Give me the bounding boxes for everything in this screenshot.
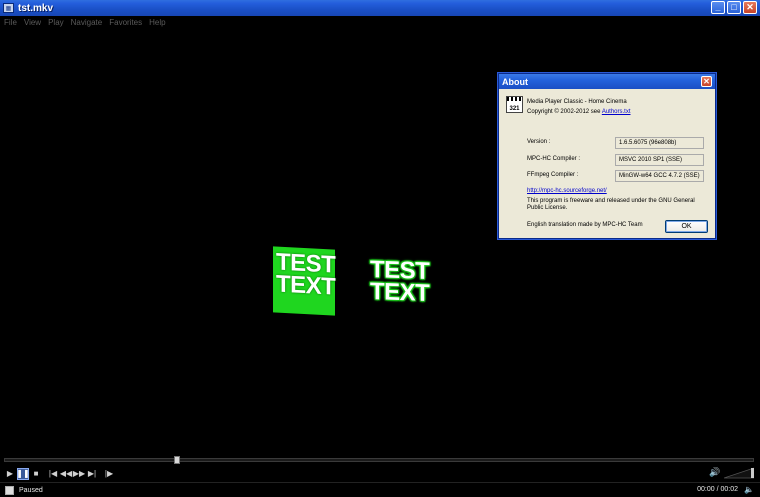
authors-link[interactable]: Authors.txt — [602, 109, 631, 115]
subtitle-outline-text: TEST TEXT — [370, 256, 430, 308]
rewind-icon[interactable]: ◀◀ — [60, 468, 72, 480]
status-time: 00:00 / 00:02 — [697, 486, 738, 493]
mpc-logo-icon: 321 — [506, 96, 523, 113]
about-dialog-titlebar: About — [499, 74, 715, 89]
stop-icon[interactable]: ■ — [30, 468, 42, 480]
app-icon: ▦ — [3, 3, 14, 13]
copyright-line: Copyright © 2002-2012 see Authors.txt — [527, 107, 631, 117]
status-icon — [5, 485, 14, 495]
seek-bar[interactable] — [0, 455, 760, 465]
menu-file[interactable]: File — [4, 18, 17, 27]
ffmpeg-field[interactable]: MinGW-w64 GCC 4.7.2 (SSE) — [615, 170, 704, 182]
menu-bar: File View Play Navigate Favorites Help — [0, 16, 760, 28]
about-dialog: About ✕ 321 Media Player Classic - Home … — [498, 73, 716, 239]
skip-forward-icon[interactable]: ▶| — [86, 468, 98, 480]
menu-play[interactable]: Play — [48, 18, 64, 27]
skip-back-icon[interactable]: |◀ — [47, 468, 59, 480]
menu-favorites[interactable]: Favorites — [109, 18, 142, 27]
menu-view[interactable]: View — [24, 18, 41, 27]
license-text: This program is freeware and released un… — [527, 198, 695, 211]
about-close-button[interactable]: ✕ — [701, 76, 712, 87]
website-line: http://mpc-hc.sourceforge.net/ — [527, 188, 707, 195]
title-bar: ▦ tst.mkv _ □ ✕ — [0, 0, 760, 16]
product-name: Media Player Classic - Home Cinema — [527, 99, 627, 105]
window-title: tst.mkv — [18, 2, 54, 14]
status-state: Paused — [19, 486, 43, 494]
compiler-label: MPC-HC Compiler : — [527, 156, 581, 162]
about-dialog-title: About — [502, 76, 528, 87]
fast-forward-icon[interactable]: ▶▶ — [73, 468, 85, 480]
ok-button[interactable]: OK — [665, 220, 708, 233]
menu-help[interactable]: Help — [149, 18, 165, 27]
minimize-button[interactable]: _ — [711, 1, 725, 14]
copyright-text: Copyright © 2002-2012 see — [527, 109, 602, 115]
about-header: Media Player Classic - Home Cinema Copyr… — [527, 97, 631, 117]
close-button[interactable]: ✕ — [743, 1, 757, 14]
play-icon[interactable]: ▶ — [4, 468, 16, 480]
ffmpeg-row: FFmpeg Compiler : MinGW-w64 GCC 4.7.2 (S… — [527, 170, 707, 182]
website-link[interactable]: http://mpc-hc.sourceforge.net/ — [527, 188, 607, 194]
subtitle-line: TEXT — [370, 277, 430, 308]
playback-controls: ▶ ❚❚ ■ |◀ ◀◀ ▶▶ ▶| |▶ 🔊 — [0, 465, 760, 482]
volume-slider[interactable] — [724, 467, 754, 479]
about-dialog-body: 321 Media Player Classic - Home Cinema C… — [499, 89, 715, 228]
seek-thumb[interactable] — [173, 456, 180, 464]
status-speaker-icon[interactable]: 🔈 — [744, 485, 754, 494]
compiler-row: MPC-HC Compiler : MSVC 2010 SP1 (SSE) — [527, 154, 707, 166]
frame-step-icon[interactable]: |▶ — [103, 468, 115, 480]
compiler-field[interactable]: MSVC 2010 SP1 (SSE) — [615, 154, 704, 166]
subtitle-line: TEXT — [276, 270, 336, 301]
version-field[interactable]: 1.6.5.6075 (96e808b) — [615, 137, 704, 149]
status-bar: Paused 00:00 / 00:02 🔈 — [0, 482, 760, 497]
version-label: Version : — [527, 139, 551, 145]
seek-track[interactable] — [4, 458, 754, 462]
ffmpeg-label: FFmpeg Compiler : — [527, 172, 579, 178]
subtitle-green-box: TEST TEXT — [273, 246, 336, 316]
window-controls: _ □ ✕ — [711, 1, 757, 14]
speaker-icon[interactable]: 🔊 — [709, 467, 720, 478]
version-row: Version : 1.6.5.6075 (96e808b) — [527, 137, 707, 149]
pause-icon[interactable]: ❚❚ — [16, 467, 30, 480]
maximize-button[interactable]: □ — [727, 1, 741, 14]
menu-navigate[interactable]: Navigate — [71, 18, 103, 27]
